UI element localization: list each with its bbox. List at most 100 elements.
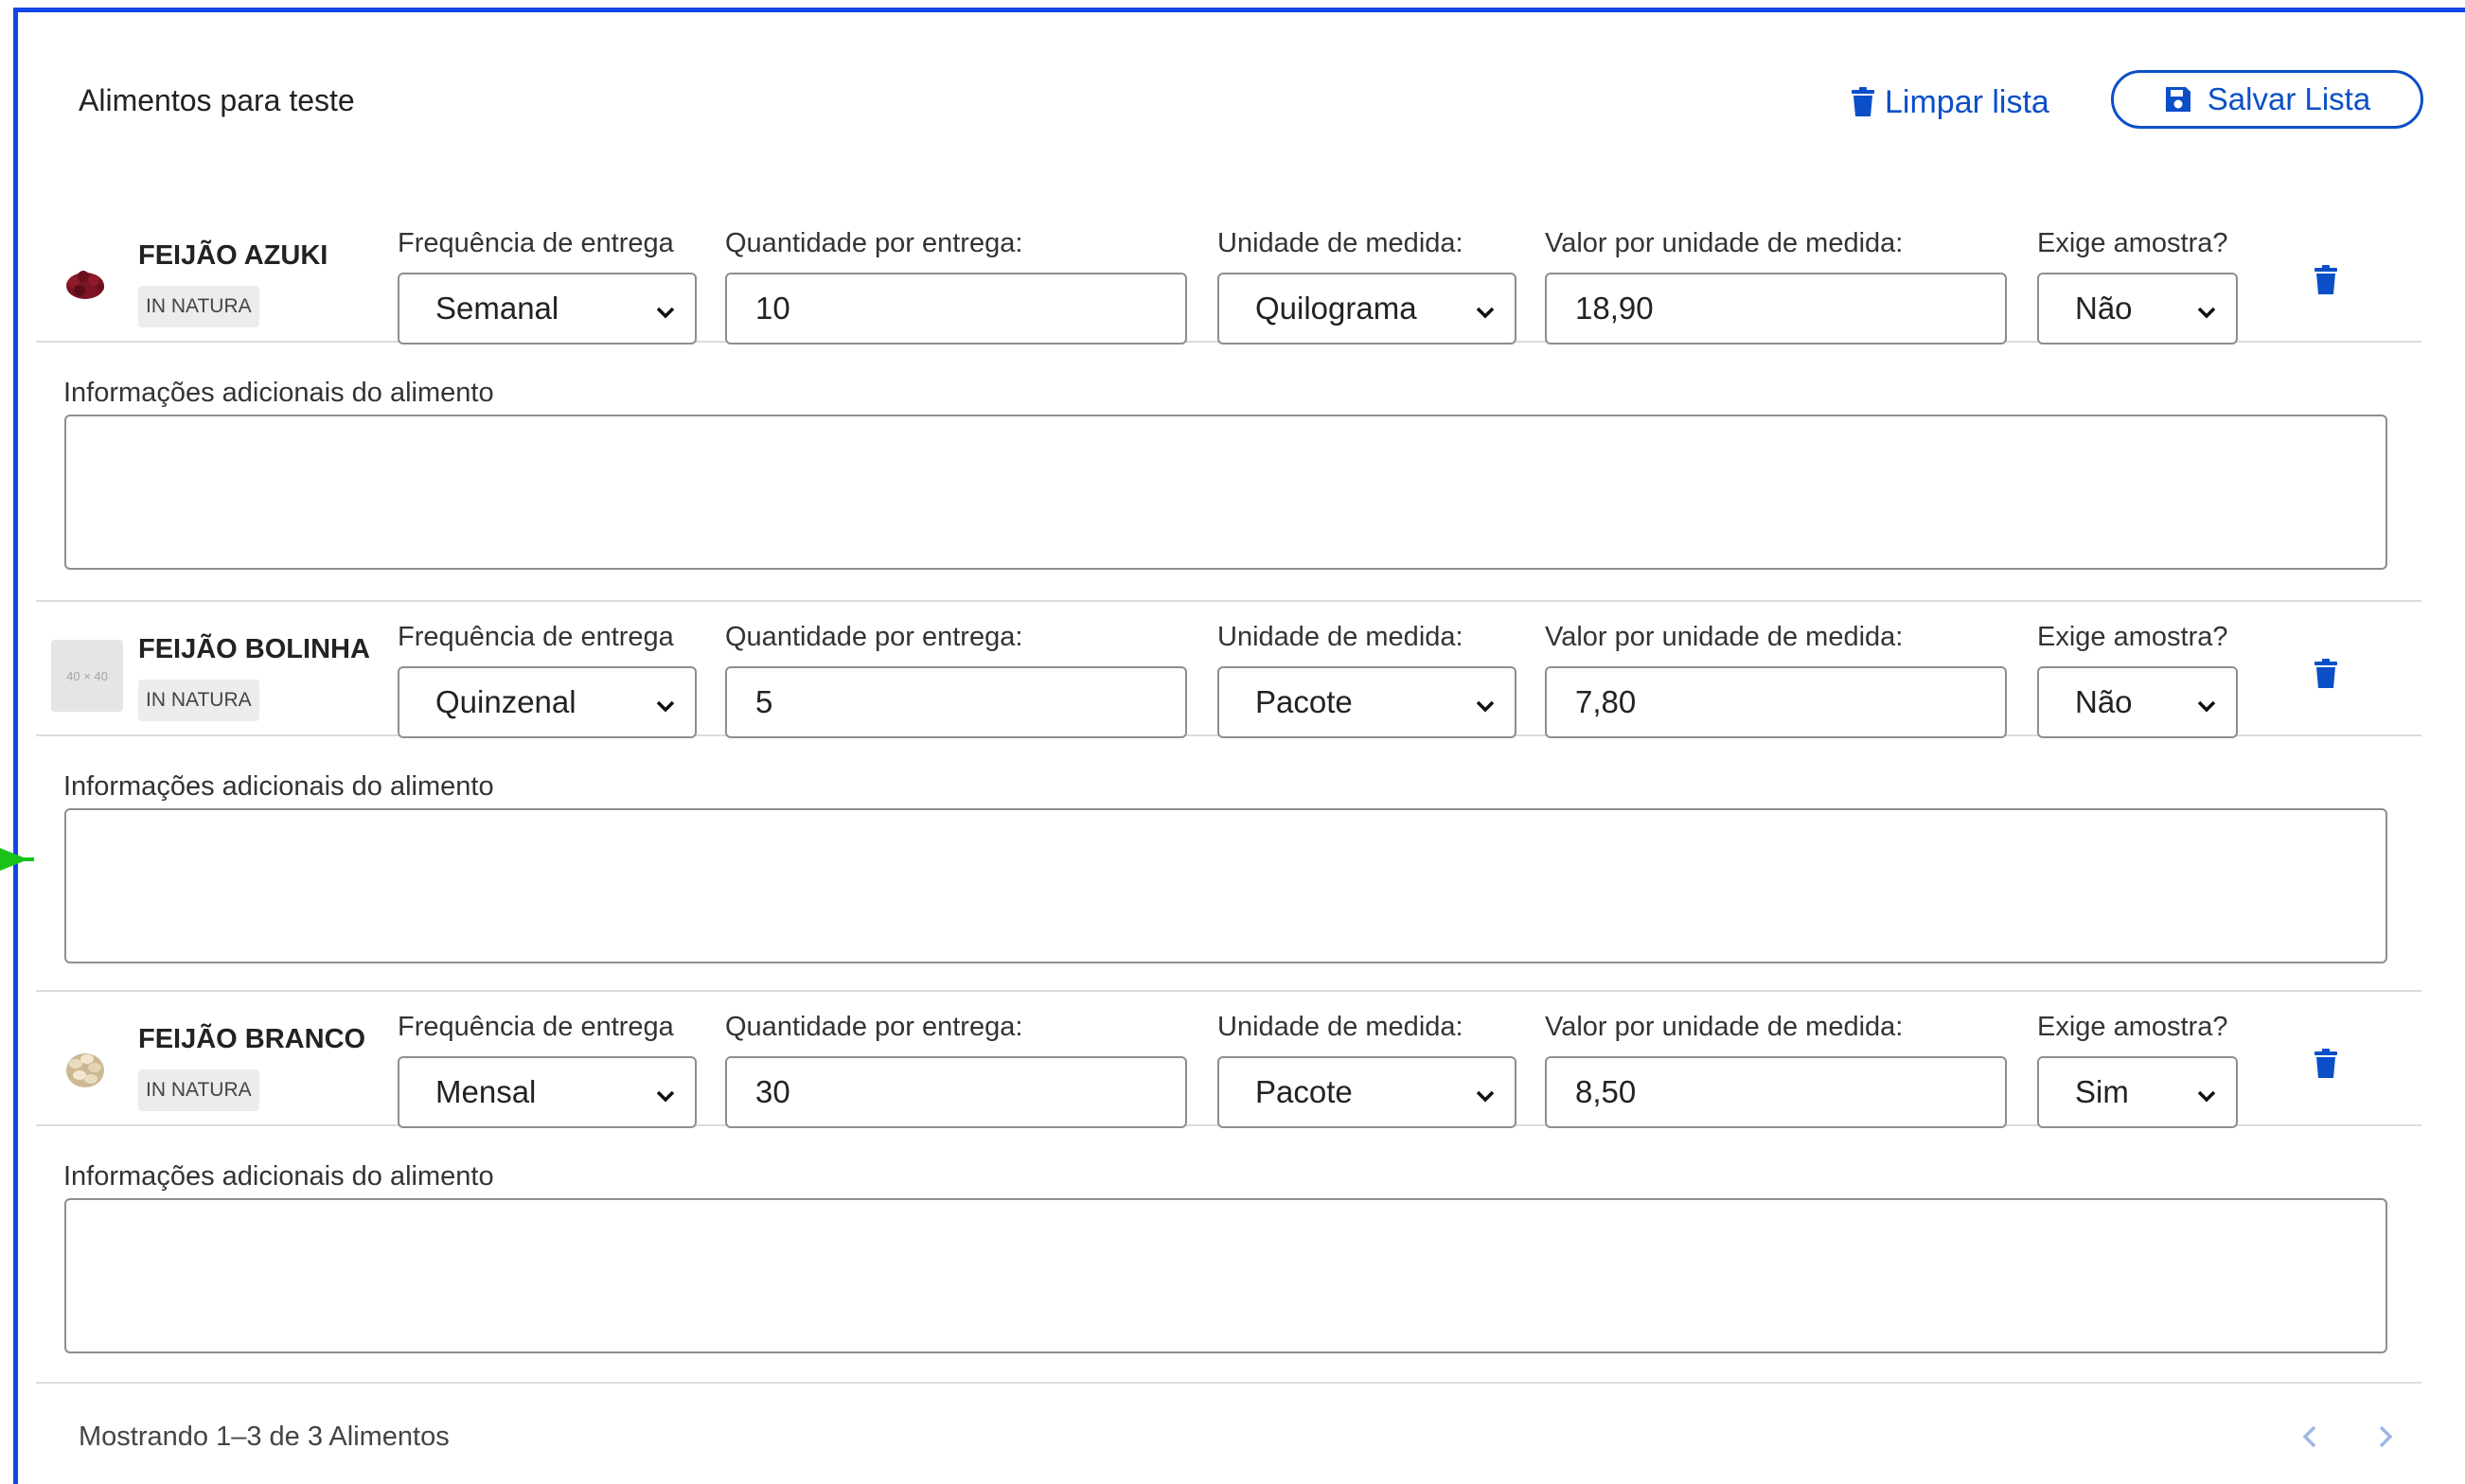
quantity-input[interactable]: 30 — [725, 1056, 1187, 1128]
previous-page-button[interactable] — [2298, 1420, 2321, 1458]
chevron-left-icon — [2298, 1425, 2321, 1458]
unit-select[interactable]: Quilograma — [1217, 273, 1516, 344]
chevron-down-icon — [1475, 297, 1496, 333]
food-info-section: Informações adicionais do alimento — [36, 736, 2421, 998]
value-field: Valor por unidade de medida: 8,50 — [1545, 1011, 2007, 1128]
quantity-input[interactable]: 5 — [725, 666, 1187, 738]
info-textarea[interactable] — [64, 1198, 2387, 1353]
info-label: Informações adicionais do alimento — [63, 771, 494, 802]
sample-select[interactable]: Não — [2037, 273, 2238, 344]
value-input[interactable]: 8,50 — [1545, 1056, 2007, 1128]
chevron-down-icon — [655, 1081, 676, 1117]
quantity-field: Quantidade por entrega: 10 — [725, 227, 1187, 344]
unit-label: Unidade de medida: — [1217, 1012, 1463, 1042]
frequency-field: Frequência de entrega Mensal — [398, 1011, 697, 1128]
quantity-label: Quantidade por entrega: — [725, 228, 1023, 258]
food-row: 40 × 40 FEIJÃO BOLINHA IN NATURA Frequên… — [36, 600, 2421, 738]
chevron-down-icon — [1475, 691, 1496, 727]
chevron-down-icon — [2196, 691, 2217, 727]
info-label: Informações adicionais do alimento — [63, 1161, 494, 1192]
frequency-label: Frequência de entrega — [398, 1012, 674, 1042]
cursor-marker — [0, 848, 34, 871]
quantity-field: Quantidade por entrega: 5 — [725, 621, 1187, 738]
unit-select[interactable]: Pacote — [1217, 666, 1516, 738]
info-textarea[interactable] — [64, 415, 2387, 570]
frequency-label: Frequência de entrega — [398, 622, 674, 652]
trash-icon — [2314, 265, 2338, 299]
sample-select[interactable]: Não — [2037, 666, 2238, 738]
footer-divider — [36, 1382, 2421, 1384]
sample-label: Exige amostra? — [2037, 228, 2228, 258]
sample-field: Exige amostra? Não — [2037, 227, 2238, 344]
sample-value: Não — [2075, 291, 2133, 326]
chevron-down-icon — [655, 691, 676, 727]
food-row: FEIJÃO AZUKI IN NATURA Frequência de ent… — [36, 208, 2421, 344]
sample-select[interactable]: Sim — [2037, 1056, 2238, 1128]
value-label: Valor por unidade de medida: — [1545, 228, 1904, 258]
floppy-disk-icon — [2164, 85, 2192, 114]
food-name: FEIJÃO BOLINHA — [138, 634, 370, 664]
pagination-status: Mostrando 1–3 de 3 Alimentos — [79, 1422, 450, 1452]
food-row: FEIJÃO BRANCO IN NATURA Frequência de en… — [36, 990, 2421, 1128]
sample-value: Não — [2075, 684, 2133, 719]
unit-field: Unidade de medida: Quilograma — [1217, 227, 1516, 344]
placeholder-image: 40 × 40 — [51, 640, 123, 712]
unit-field: Unidade de medida: Pacote — [1217, 1011, 1516, 1128]
food-card: 40 × 40 FEIJÃO BOLINHA IN NATURA Frequên… — [36, 600, 2421, 998]
chevron-down-icon — [1475, 1081, 1496, 1117]
value-label: Valor por unidade de medida: — [1545, 1012, 1904, 1042]
category-badge: IN NATURA — [138, 286, 259, 327]
save-list-button[interactable]: Salvar Lista — [2111, 70, 2423, 129]
unit-value: Pacote — [1255, 684, 1353, 719]
trash-icon — [2314, 659, 2338, 693]
delete-food-button[interactable] — [2314, 265, 2338, 300]
trash-icon — [2314, 1049, 2338, 1083]
page-title: Alimentos para teste — [79, 83, 355, 117]
chevron-right-icon — [2374, 1425, 2397, 1458]
food-info-section: Informações adicionais do alimento — [36, 343, 2421, 604]
value-input[interactable]: 18,90 — [1545, 273, 2007, 344]
delete-food-button[interactable] — [2314, 1049, 2338, 1084]
frequency-label: Frequência de entrega — [398, 228, 674, 258]
sample-field: Exige amostra? Não — [2037, 621, 2238, 738]
info-label: Informações adicionais do alimento — [63, 378, 494, 408]
frequency-value: Mensal — [435, 1074, 537, 1109]
frequency-value: Quinzenal — [435, 684, 576, 719]
unit-label: Unidade de medida: — [1217, 228, 1463, 258]
sample-value: Sim — [2075, 1074, 2129, 1109]
unit-select[interactable]: Pacote — [1217, 1056, 1516, 1128]
value-input[interactable]: 7,80 — [1545, 666, 2007, 738]
delete-food-button[interactable] — [2314, 659, 2338, 694]
next-page-button[interactable] — [2374, 1420, 2397, 1458]
sample-field: Exige amostra? Sim — [2037, 1011, 2238, 1128]
chevron-down-icon — [2196, 1081, 2217, 1117]
food-name: FEIJÃO BRANCO — [138, 1024, 366, 1054]
sample-label: Exige amostra? — [2037, 622, 2228, 652]
frequency-select[interactable]: Quinzenal — [398, 666, 697, 738]
unit-label: Unidade de medida: — [1217, 622, 1463, 652]
category-badge: IN NATURA — [138, 1069, 259, 1111]
sample-label: Exige amostra? — [2037, 1012, 2228, 1042]
value-label: Valor por unidade de medida: — [1545, 622, 1904, 652]
quantity-input[interactable]: 10 — [725, 273, 1187, 344]
frequency-select[interactable]: Semanal — [398, 273, 697, 344]
info-textarea[interactable] — [64, 808, 2387, 963]
trash-icon — [1851, 87, 1875, 117]
food-name: FEIJÃO AZUKI — [138, 240, 328, 271]
value-field: Valor por unidade de medida: 18,90 — [1545, 227, 2007, 344]
clear-list-label: Limpar lista — [1885, 83, 2049, 120]
unit-value: Quilograma — [1255, 291, 1417, 326]
clear-list-button[interactable]: Limpar lista — [1851, 81, 2049, 123]
value-field: Valor por unidade de medida: 7,80 — [1545, 621, 2007, 738]
food-card: FEIJÃO BRANCO IN NATURA Frequência de en… — [36, 990, 2421, 1387]
quantity-label: Quantidade por entrega: — [725, 1012, 1023, 1042]
save-list-label: Salvar Lista — [2207, 81, 2371, 116]
quantity-field: Quantidade por entrega: 30 — [725, 1011, 1187, 1128]
unit-value: Pacote — [1255, 1074, 1353, 1109]
unit-field: Unidade de medida: Pacote — [1217, 621, 1516, 738]
frequency-select[interactable]: Mensal — [398, 1056, 697, 1128]
azuki-bean-image — [62, 263, 108, 309]
frequency-value: Semanal — [435, 291, 559, 326]
chevron-down-icon — [655, 297, 676, 333]
frequency-field: Frequência de entrega Quinzenal — [398, 621, 697, 738]
